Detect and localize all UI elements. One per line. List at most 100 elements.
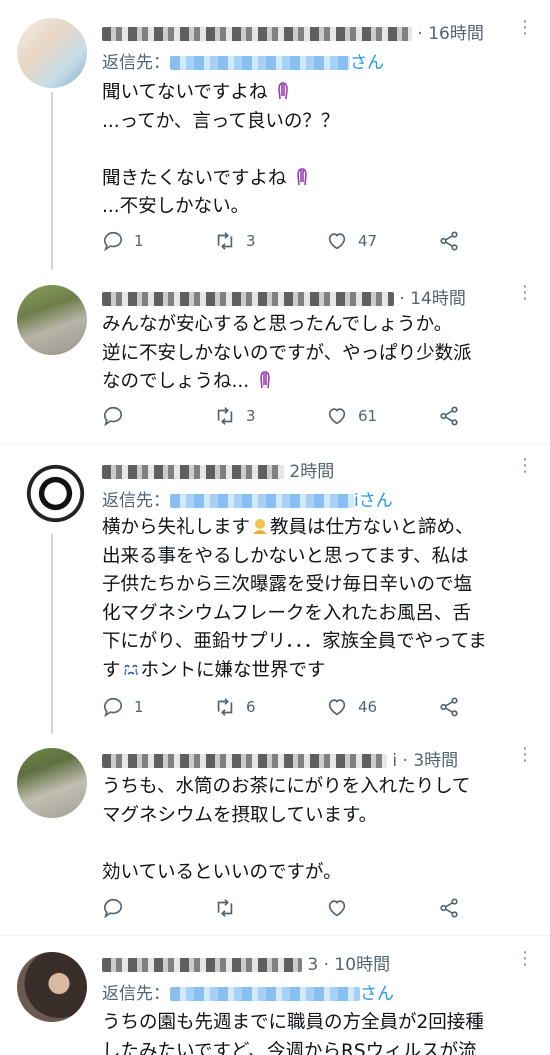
retweet-count: 6: [246, 698, 256, 716]
tweet-line: 教員は仕方ないと諦め、: [270, 517, 474, 538]
tweet-line: ...不安しかない。: [102, 196, 250, 217]
retweet-count: 3: [246, 407, 256, 425]
blurred-username[interactable]: [102, 292, 394, 306]
reply-icon: [103, 406, 123, 427]
timestamp[interactable]: i · 3時間: [392, 751, 458, 771]
reply-button[interactable]: 1: [102, 226, 144, 256]
blurred-username[interactable]: [102, 27, 412, 41]
crying-emoji-icon: [121, 659, 141, 679]
reply-to-suffix[interactable]: さん: [360, 984, 394, 1004]
tweet-line: [102, 830, 532, 859]
tweet-line: 化マグネシウムフレークを入れたお風呂、舌: [102, 602, 471, 624]
reply-button[interactable]: [102, 893, 124, 923]
tweet-line: 聞きたくないですよね: [102, 167, 287, 189]
tweet-line: 子供たちから三次曝露を受け毎日辛いので塩: [102, 574, 473, 595]
action-bar: 1 6 46: [102, 692, 482, 722]
like-button[interactable]: 47: [326, 226, 377, 256]
retweet-icon: [217, 698, 233, 716]
thread-line: [51, 534, 53, 734]
tweet-1[interactable]: · 16時間 ⋮ 返信先： さん 聞いてないですよね ...ってか、言って良いの？…: [0, 0, 550, 270]
tweet-line: うちの園も先週までに職員の方全員が2回接種: [102, 1012, 484, 1033]
avatar[interactable]: [17, 952, 87, 1022]
tweet-3[interactable]: 2時間 ⋮ 返信先： iさん 横から失礼します 教員は仕方ないと諦め、 出来る事をや…: [0, 444, 550, 734]
reply-icon: [103, 231, 123, 252]
tweet-header: · 14時間: [102, 284, 466, 310]
blurred-handle[interactable]: [170, 56, 350, 70]
more-icon[interactable]: ⋮: [516, 282, 534, 303]
more-icon[interactable]: ⋮: [516, 744, 534, 765]
tweet-line: す: [102, 659, 121, 681]
share-button[interactable]: [438, 893, 460, 923]
timestamp[interactable]: · 14時間: [399, 289, 465, 309]
avatar[interactable]: [17, 285, 87, 355]
reply-to: 返信先： さん: [102, 48, 384, 73]
retweet-button[interactable]: 3: [214, 401, 256, 431]
like-button[interactable]: 61: [326, 401, 377, 431]
blurred-username[interactable]: [102, 958, 302, 972]
pray-emoji-icon: [273, 81, 293, 101]
share-icon: [440, 898, 458, 918]
reply-to: 返信先： さん: [102, 979, 394, 1004]
reply-icon: [103, 697, 123, 718]
tweet-5[interactable]: 3 · 10時間 ⋮ 返信先： さん うちの園も先週までに職員の方全員が2回接種 …: [0, 936, 550, 1055]
tweet-header: i · 3時間: [102, 746, 458, 772]
retweet-button[interactable]: [214, 893, 236, 923]
tweet-header: · 16時間: [102, 19, 484, 45]
tweet-text: 横から失礼します 教員は仕方ないと諦め、 出来る事をやるしかないと思ってます、私は…: [102, 514, 532, 685]
blurred-username[interactable]: [102, 465, 284, 479]
blurred-handle[interactable]: [170, 987, 360, 1001]
tweet-line: 効いているといいのですが。: [102, 861, 342, 883]
tweet-header: 2時間: [102, 457, 334, 483]
share-icon: [440, 697, 458, 717]
like-icon: [328, 900, 346, 917]
tweet-text: みんなが安心すると思ったんでしょうか。 逆に不安しかないのですが、やっぱり少数派…: [102, 311, 532, 397]
tweet-line: したみたいですど、今週からRSウィルスが流: [102, 1040, 477, 1055]
thread-line: [51, 92, 53, 270]
more-icon[interactable]: ⋮: [516, 455, 534, 476]
avatar[interactable]: [17, 462, 87, 532]
share-icon: [440, 406, 458, 426]
blurred-handle[interactable]: [170, 494, 354, 508]
reply-to-label: 返信先：: [102, 53, 170, 73]
retweet-button[interactable]: 6: [214, 692, 256, 722]
share-button[interactable]: [438, 226, 460, 256]
like-count: 47: [358, 232, 378, 250]
avatar[interactable]: [17, 748, 87, 818]
blurred-username[interactable]: [102, 754, 387, 768]
like-button[interactable]: [326, 893, 348, 923]
reply-count: 1: [134, 232, 144, 250]
tweet-line: うちも、水筒のお茶ににがりを入れたりして: [102, 776, 471, 797]
tweet-2[interactable]: · 14時間 ⋮ みんなが安心すると思ったんでしょうか。 逆に不安しかないのです…: [0, 265, 550, 443]
timestamp[interactable]: · 16時間: [417, 24, 483, 44]
tweet-text: うちも、水筒のお茶ににがりを入れたりして マグネシウムを摂取しています。 効いて…: [102, 773, 532, 887]
share-icon: [440, 231, 458, 251]
tweet-line: 出来る事をやるしかないと思ってます、私は: [102, 545, 469, 567]
tweet-text: うちの園も先週までに職員の方全員が2回接種 したみたいですど、今週からRSウィル…: [102, 1009, 542, 1055]
retweet-icon: [217, 407, 233, 425]
timestamp[interactable]: 3 · 10時間: [307, 955, 390, 975]
reply-to-suffix[interactable]: さん: [350, 53, 384, 73]
like-button[interactable]: 46: [326, 692, 377, 722]
action-bar: [102, 893, 482, 923]
reply-to-label: 返信先：: [102, 984, 170, 1004]
reply-button[interactable]: 1: [102, 692, 144, 722]
retweet-icon: [217, 899, 233, 917]
more-icon[interactable]: ⋮: [516, 948, 534, 969]
share-button[interactable]: [438, 692, 460, 722]
reply-to: 返信先： iさん: [102, 486, 393, 511]
tweet-line: 横から失礼します: [102, 517, 251, 538]
share-button[interactable]: [438, 401, 460, 431]
more-icon[interactable]: ⋮: [516, 17, 534, 38]
reply-to-suffix[interactable]: iさん: [354, 491, 393, 511]
reply-button[interactable]: [102, 401, 134, 431]
tweet-header: 3 · 10時間: [102, 950, 390, 976]
timestamp[interactable]: 2時間: [289, 462, 334, 482]
tweet-4[interactable]: i · 3時間 ⋮ うちも、水筒のお茶ににがりを入れたりして マグネシウムを摂取…: [0, 734, 550, 934]
like-icon: [328, 699, 346, 716]
avatar[interactable]: [17, 18, 87, 88]
action-bar: 1 3 47: [102, 226, 482, 256]
tweet-line: ホントに嫌な世界です: [140, 659, 326, 681]
tweet-line: 聞いてないですよね: [102, 82, 268, 103]
retweet-button[interactable]: 3: [214, 226, 256, 256]
retweet-count: 3: [246, 232, 256, 250]
